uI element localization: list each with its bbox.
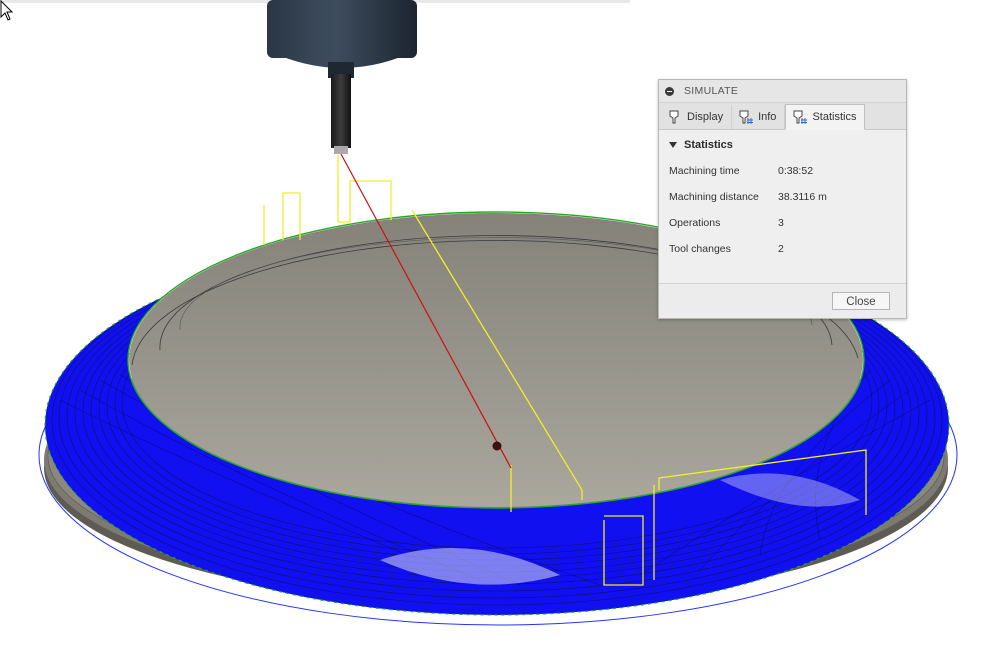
tab-statistics-label: Statistics	[812, 111, 857, 123]
tool-shaft	[331, 74, 351, 148]
stat-label: Operations	[669, 217, 721, 229]
tool-icon	[669, 110, 679, 124]
close-button[interactable]: Close	[832, 292, 890, 310]
stat-value: 0:38:52	[778, 165, 814, 177]
stat-row-machining-distance: Machining distance 38.3116 m	[669, 191, 827, 203]
panel-title: SIMULATE	[684, 85, 739, 97]
collapse-icon[interactable]	[665, 86, 674, 96]
stat-value: 2	[778, 243, 784, 255]
statistics-section-header[interactable]: Statistics	[659, 130, 906, 152]
stat-label: Machining time	[669, 165, 740, 177]
stat-row-tool-changes: Tool changes 2	[669, 243, 784, 255]
stat-row-machining-time: Machining time 0:38:52	[669, 165, 813, 177]
mouse-cursor-icon	[0, 0, 14, 21]
panel-body: Statistics Machining time 0:38:52 Machin…	[659, 130, 906, 290]
stat-label: Machining distance	[669, 191, 759, 203]
tool-stats-icon	[793, 110, 808, 124]
stat-value: 3	[778, 217, 784, 229]
tab-display-label: Display	[687, 111, 724, 123]
section-title: Statistics	[684, 139, 733, 151]
tool-info-icon	[739, 110, 754, 124]
tab-info[interactable]: Info	[732, 105, 786, 129]
tab-bar: Display Info Statistics	[659, 103, 906, 130]
tool-position-marker	[492, 441, 502, 451]
tab-display[interactable]: Display	[661, 105, 733, 129]
simulate-panel: SIMULATE Display Info Statistics Statist…	[658, 79, 907, 319]
stat-value: 38.3116 m	[778, 191, 827, 203]
panel-header[interactable]: SIMULATE	[659, 80, 906, 103]
stat-row-operations: Operations 3	[669, 217, 784, 229]
tab-info-label: Info	[758, 111, 777, 123]
tab-statistics[interactable]: Statistics	[785, 104, 866, 130]
stat-label: Tool changes	[669, 243, 731, 255]
tool-holder	[267, 0, 417, 154]
panel-footer: Close	[659, 283, 906, 318]
expand-triangle-icon[interactable]	[669, 142, 677, 148]
